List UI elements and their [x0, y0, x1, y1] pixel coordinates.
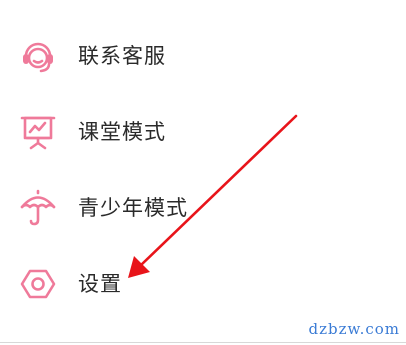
menu-item-label: 设置	[78, 271, 122, 296]
presentation-board-icon	[18, 112, 58, 152]
hexagon-settings-icon	[18, 264, 58, 304]
menu-item-settings[interactable]: 设置	[0, 254, 406, 314]
watermark-text: dzbzw.com	[308, 320, 400, 338]
menu-item-teen-mode[interactable]: 青少年模式	[0, 178, 406, 238]
bottom-divider	[0, 342, 406, 343]
headset-icon	[18, 36, 58, 76]
menu-item-label: 青少年模式	[78, 195, 188, 220]
menu-item-classroom-mode[interactable]: 课堂模式	[0, 102, 406, 162]
menu-item-label: 联系客服	[78, 43, 166, 68]
menu-item-label: 课堂模式	[78, 119, 166, 144]
menu-item-contact-support[interactable]: 联系客服	[0, 26, 406, 86]
umbrella-icon	[18, 188, 58, 228]
